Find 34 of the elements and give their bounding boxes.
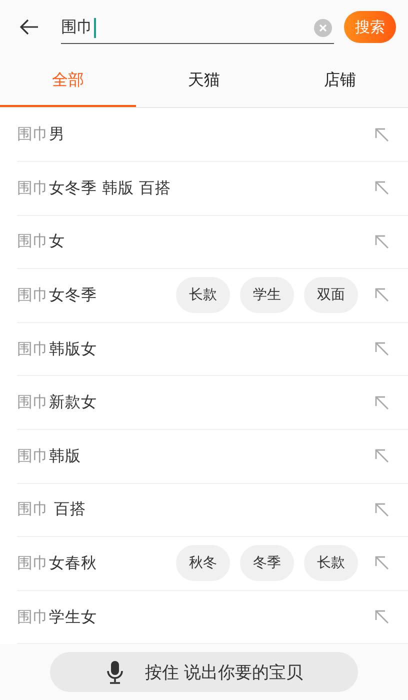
fill-arrow-icon[interactable] xyxy=(374,180,390,196)
fill-arrow-icon[interactable] xyxy=(374,555,390,572)
suggestion-text[interactable]: 围巾 女春秋 xyxy=(17,552,97,574)
tag-chip[interactable]: 双面 xyxy=(304,277,358,314)
back-icon[interactable] xyxy=(19,19,39,36)
suggestion-text[interactable]: 围巾 男 xyxy=(17,124,65,146)
suggestion-text[interactable]: 围巾 女冬季 韩版 百搭 xyxy=(17,178,171,199)
fill-arrow-icon[interactable] xyxy=(374,394,390,411)
voice-button[interactable]: 按住 说出你要的宝贝 xyxy=(50,652,358,692)
fill-arrow-icon[interactable] xyxy=(374,341,390,358)
fill-arrow-icon[interactable] xyxy=(374,126,390,143)
fill-arrow-icon[interactable] xyxy=(374,287,390,304)
fill-arrow-icon[interactable] xyxy=(374,609,390,626)
tag-chip[interactable]: 秋冬 xyxy=(176,545,230,582)
suggestion-text[interactable]: 围巾 学生女 xyxy=(17,606,97,628)
suggestion-text[interactable]: 围巾 韩版女 xyxy=(17,338,97,360)
tag-chip[interactable]: 长款 xyxy=(304,545,358,582)
tag-chip[interactable]: 冬季 xyxy=(240,545,294,582)
tab[interactable]: 天猫 xyxy=(136,54,272,108)
suggestion-text[interactable]: 围巾 百搭 xyxy=(17,499,86,520)
suggestion-text[interactable]: 围巾 韩版 xyxy=(17,446,81,467)
fill-arrow-icon[interactable] xyxy=(374,448,390,464)
microphone-icon xyxy=(104,660,125,684)
search-field[interactable]: 围巾 xyxy=(61,12,334,44)
fill-arrow-icon[interactable] xyxy=(374,502,390,518)
tag-chip[interactable]: 学生 xyxy=(240,277,294,314)
suggestion-text[interactable]: 围巾 女冬季 xyxy=(17,284,97,306)
tab[interactable]: 店铺 xyxy=(272,54,408,108)
fill-arrow-icon[interactable] xyxy=(374,234,390,250)
suggestion-text[interactable]: 围巾 新款女 xyxy=(17,392,97,414)
suggestion-text[interactable]: 围巾 女 xyxy=(17,231,65,252)
text-cursor xyxy=(94,18,96,38)
clear-icon[interactable] xyxy=(314,18,332,37)
tag-chip[interactable]: 长款 xyxy=(176,277,230,314)
